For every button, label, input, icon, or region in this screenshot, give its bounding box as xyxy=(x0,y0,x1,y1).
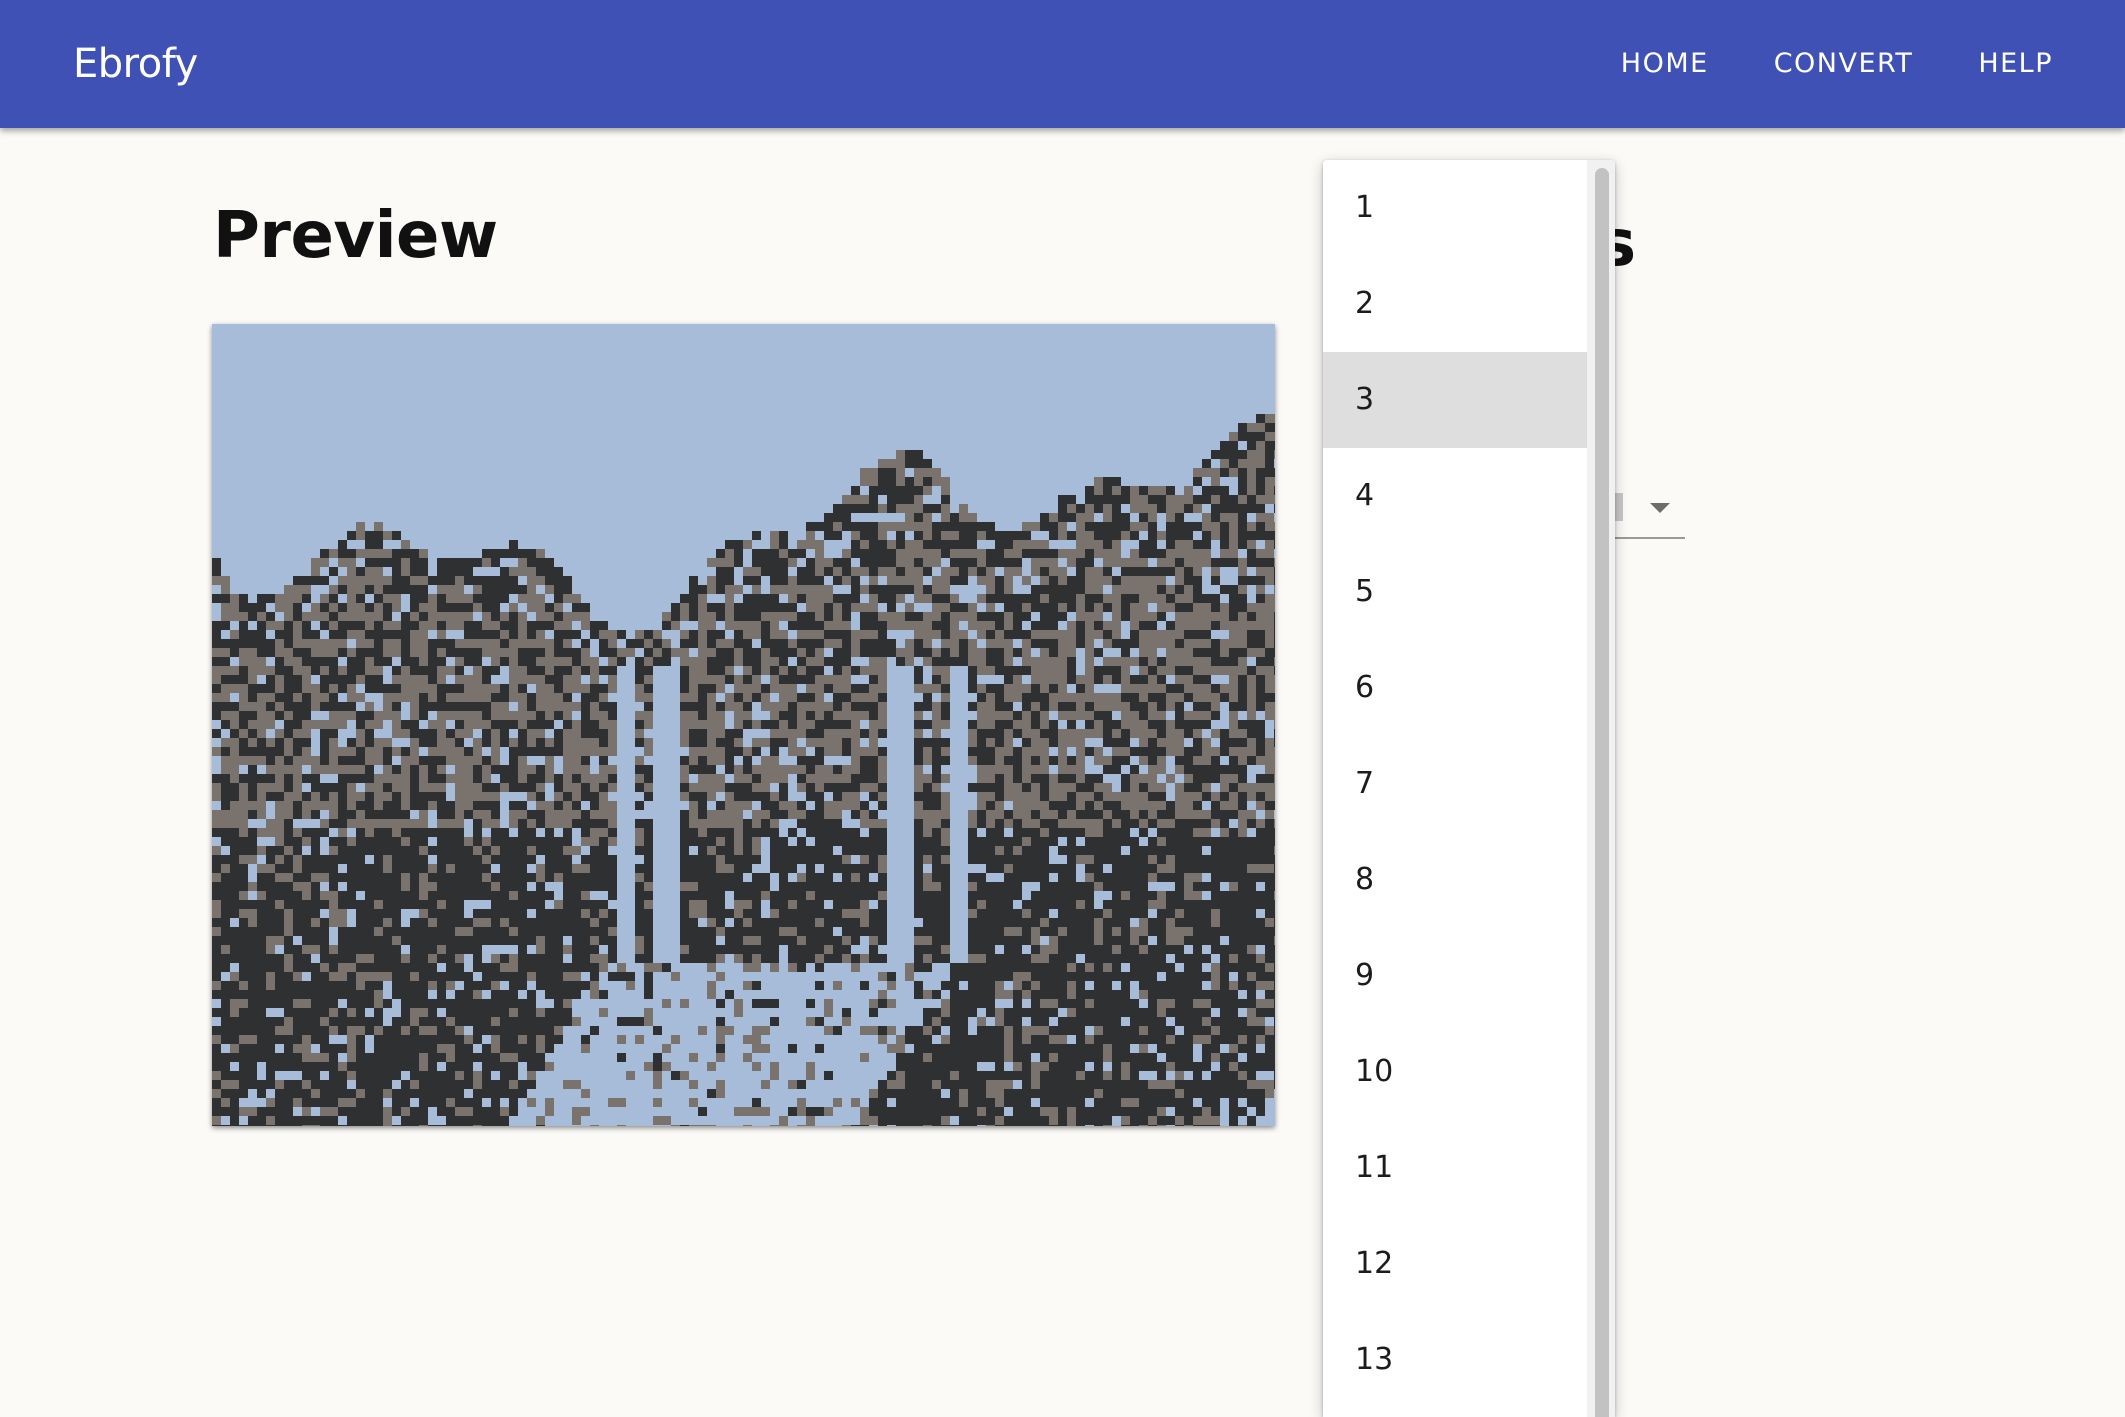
dropdown-option[interactable]: 5 xyxy=(1323,544,1587,640)
nav-help[interactable]: HELP xyxy=(1978,38,2053,90)
dropdown-option[interactable]: 1 xyxy=(1323,160,1587,256)
dropdown-option[interactable]: 10 xyxy=(1323,1024,1587,1120)
dropdown-scrollbar[interactable] xyxy=(1587,160,1615,1417)
dropdown-option[interactable]: 13 xyxy=(1323,1312,1587,1408)
app-bar: Ebrofy HOME CONVERT HELP xyxy=(0,0,2125,128)
dropdown-option[interactable]: 2 xyxy=(1323,256,1587,352)
dropdown-option[interactable]: 8 xyxy=(1323,832,1587,928)
dropdown-option[interactable]: 12 xyxy=(1323,1216,1587,1312)
dropdown-option[interactable]: 11 xyxy=(1323,1120,1587,1216)
nav-home[interactable]: HOME xyxy=(1621,38,1709,90)
pixelated-preview-graphic xyxy=(212,414,1275,1126)
dropdown-option[interactable]: 7 xyxy=(1323,736,1587,832)
options-dropdown[interactable]: 1 2 3 4 5 6 7 8 9 10 11 12 13 xyxy=(1323,160,1615,1417)
top-nav: HOME CONVERT HELP xyxy=(1556,38,2053,90)
dropdown-option[interactable]: 3 xyxy=(1323,352,1587,448)
dropdown-option[interactable]: 4 xyxy=(1323,448,1587,544)
options-list: 1 2 3 4 5 6 7 8 9 10 11 12 13 xyxy=(1323,160,1587,1408)
nav-convert[interactable]: CONVERT xyxy=(1774,38,1914,90)
dropdown-option[interactable]: 9 xyxy=(1323,928,1587,1024)
preview-image xyxy=(212,324,1275,1126)
chevron-down-icon[interactable] xyxy=(1650,503,1670,513)
preview-title: Preview xyxy=(213,199,498,273)
brand-logo[interactable]: Ebrofy xyxy=(73,38,198,90)
select-underline xyxy=(1612,537,1685,539)
select-value-stub[interactable] xyxy=(1615,493,1623,521)
dropdown-option[interactable]: 6 xyxy=(1323,640,1587,736)
scrollbar-thumb[interactable] xyxy=(1595,168,1609,1417)
